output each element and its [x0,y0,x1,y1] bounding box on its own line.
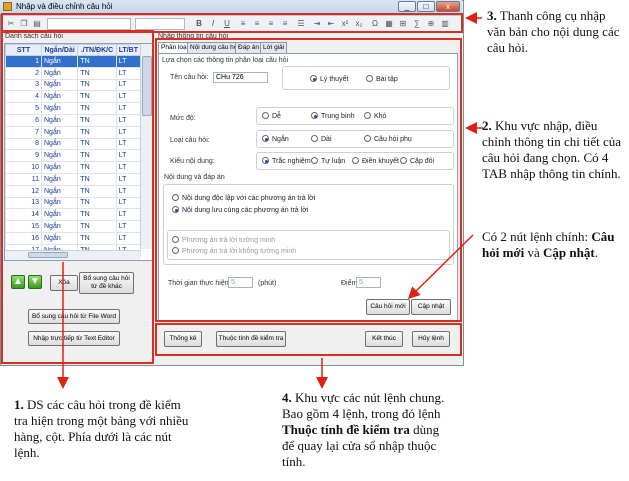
note-main-buttons-pre: Có 2 nút lệnh chính: [482,229,592,244]
note-main-buttons-end: . [594,245,598,260]
note-command-pre: Khu vực các nút lệnh chung. Bao gồm 4 lệ… [282,390,445,421]
note-command-bar: 4. Khu vực các nút lệnh chung. Bao gồm 4… [282,390,447,470]
note-question-list: 1. DS các câu hỏi trong đề kiểm tra hiện… [14,397,194,461]
note-edit-number: 2. [482,118,492,133]
note-main-buttons: Có 2 nút lệnh chính: Câu hỏi mới và Cập … [482,229,627,261]
note-toolbar: 3. Thanh công cụ nhập văn bản cho nội du… [487,8,627,56]
note-list-text: DS các câu hỏi trong đề kiểm tra hiện tr… [14,397,189,460]
note-toolbar-text: Thanh công cụ nhập văn bản cho nội dung … [487,8,620,55]
note-update-bold: Cập nhật [543,245,595,260]
main-buttons-arrow [407,234,474,300]
note-list-number: 1. [14,397,24,412]
note-command-number: 4. [282,390,292,405]
note-toolbar-number: 3. [487,8,497,23]
note-edit-area: 2. Khu vực nhập, điều chỉnh thông tin ch… [482,118,627,182]
note-command-bold: Thuộc tính đề kiểm tra [282,422,410,437]
note-edit-text: Khu vực nhập, điều chỉnh thông tin chi t… [482,118,621,181]
note-main-buttons-mid: và [524,245,544,260]
